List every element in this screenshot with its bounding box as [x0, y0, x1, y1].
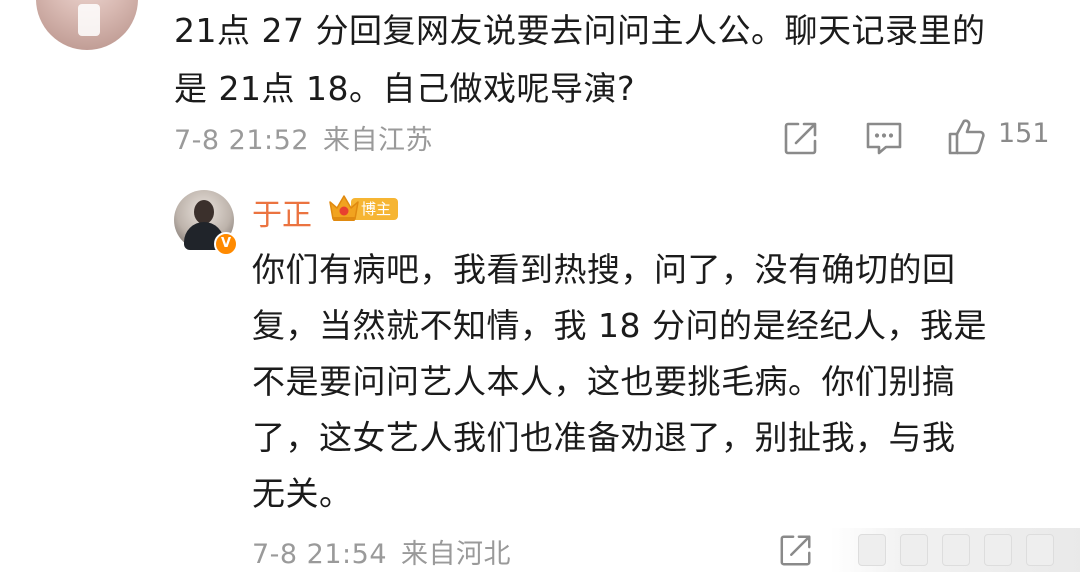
comment-text: 21点 27 分回复网友说要去问问主人公。聊天记录里的 是 21点 18。自己做… [174, 11, 986, 108]
like-icon[interactable] [946, 116, 988, 158]
crown-icon [329, 195, 359, 221]
comment-date: 7-8 21:52 [174, 125, 309, 156]
comment-meta: 7-8 21:52 来自江苏 [174, 118, 447, 157]
reply-share-icon[interactable] [778, 532, 814, 568]
avatar-detail [78, 4, 100, 36]
share-icon[interactable] [782, 119, 820, 157]
obscured-block [942, 534, 970, 566]
avatar-head [194, 200, 214, 224]
blogger-badge: 博主 [327, 192, 403, 224]
reply-location: 来自河北 [401, 539, 511, 570]
reply-date: 7-8 21:54 [252, 539, 387, 570]
commenter-avatar[interactable] [36, 0, 138, 50]
obscured-block [858, 534, 886, 566]
comment-icon[interactable] [864, 119, 904, 157]
reply-meta: 7-8 21:54 来自河北 [252, 532, 525, 571]
comment-location: 来自江苏 [323, 125, 433, 156]
obscured-block [984, 534, 1012, 566]
reply-text: 你们有病吧，我看到热搜，问了，没有确切的回 复，当然就不知情，我 18 分问的是… [252, 250, 987, 513]
verified-badge: V [214, 232, 238, 256]
replier-name[interactable]: 于正 [252, 190, 312, 234]
obscured-block [1026, 534, 1054, 566]
obscured-block [900, 534, 928, 566]
like-count: 151 [998, 118, 1050, 149]
